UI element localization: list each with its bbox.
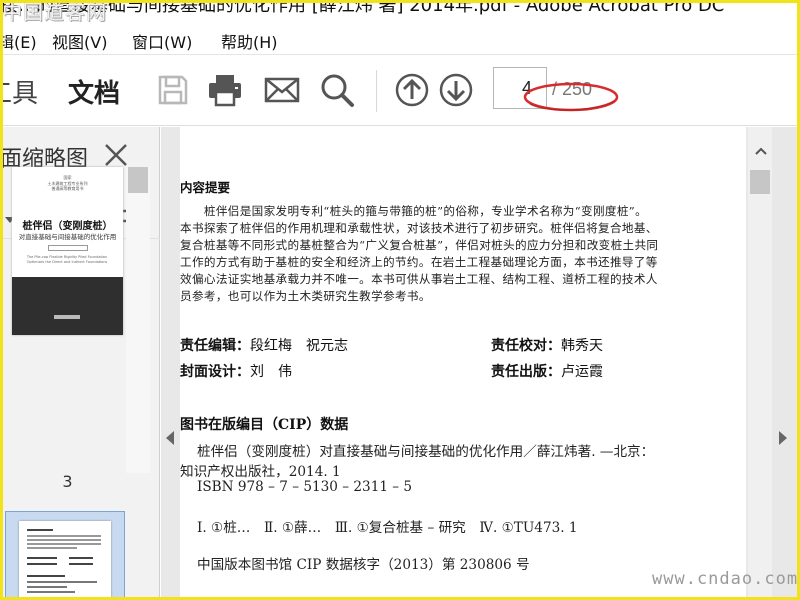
thumbnail-page-4[interactable] bbox=[19, 521, 111, 600]
menu-bar: 辑(E) 视图(V) 窗口(W) 帮助(H) bbox=[0, 24, 800, 55]
thumb-text-line bbox=[27, 581, 97, 583]
cover-small-text: 国家 bbox=[63, 175, 72, 180]
thumb-text-line bbox=[69, 557, 93, 559]
next-page-arrow-icon[interactable] bbox=[778, 430, 788, 446]
cover-author-box bbox=[48, 245, 88, 251]
proof-credit: 责任校对：韩秀天 bbox=[491, 335, 603, 355]
thumbnail-page-3[interactable]: 国家 土木建筑工程专业系列 普通高等教育用书 桩伴侣（变刚度桩） 对直接基础与间… bbox=[12, 167, 123, 335]
annotation-ellipse bbox=[523, 82, 619, 112]
cover-subtitle: 对直接基础与间接基础的优化作用 bbox=[18, 233, 117, 241]
cover-english-title: The Pile-cap Flexible Rigidity Piled Fou… bbox=[26, 255, 108, 264]
cover-title: 桩伴侣（变刚度桩） bbox=[22, 221, 113, 232]
thumb-text-line bbox=[27, 563, 57, 565]
intro-line: 桩伴侣是国家发明专利“桩头的箍与带箍的桩”的俗称，专业学术名称为“变刚度桩”。 bbox=[180, 204, 648, 218]
thumb-text-line bbox=[27, 539, 101, 541]
cip-line: 桩伴侣（变刚度桩）对直接基础与间接基础的优化作用／薛江炜著. —北京： bbox=[197, 444, 655, 460]
document-scrollbar[interactable] bbox=[748, 127, 772, 600]
thumbnail-label-3: 3 bbox=[62, 472, 73, 491]
document-scrollbar-thumb[interactable] bbox=[750, 170, 770, 194]
page-down-icon[interactable] bbox=[436, 70, 476, 110]
watermark-bottom: www.cndao.com bbox=[652, 569, 799, 589]
thumb-text-line bbox=[27, 543, 101, 545]
print-icon[interactable] bbox=[205, 70, 245, 110]
thumb-text-line bbox=[69, 563, 93, 565]
intro-line: 工作的方式有助于基桩的安全和经济上的节约。在岩土工程基础理论方面，本书还推导了等 bbox=[180, 255, 658, 269]
tab-tools[interactable]: 工具 bbox=[0, 73, 38, 110]
cip-line: Ⅰ. ①桩… Ⅱ. ①薛… Ⅲ. ①复合桩基 – 研究 Ⅳ. ①TU473. 1 bbox=[197, 520, 578, 536]
thumbnail-scrollbar-thumb[interactable] bbox=[128, 167, 148, 193]
publish-value: 卢运霞 bbox=[561, 364, 603, 380]
design-credit: 封面设计：刘 伟 bbox=[180, 361, 292, 381]
thumb-text-line bbox=[27, 529, 53, 531]
thumbnail-scrollbar[interactable] bbox=[126, 167, 150, 473]
intro-line: 员参考，也可以作为土木类研究生教学参考书。 bbox=[180, 289, 431, 303]
design-value: 刘 伟 bbox=[250, 364, 292, 380]
cip-line: ISBN 978 – 7 – 5130 – 2311 – 5 bbox=[197, 479, 413, 495]
title-bar: 接…的直接基础与间接基础的优化作用 [薛江炜 著] 2014年.pdf - Ad… bbox=[0, 0, 800, 24]
cover-small-text: 普通高等教育用书 bbox=[51, 186, 84, 191]
save-icon[interactable] bbox=[153, 70, 193, 110]
search-icon[interactable] bbox=[317, 70, 357, 110]
mail-icon[interactable] bbox=[262, 70, 302, 110]
publisher-logo bbox=[54, 315, 80, 319]
menu-window[interactable]: 窗口(W) bbox=[132, 29, 192, 53]
section-heading: 内容提要 bbox=[180, 180, 231, 195]
design-label: 封面设计： bbox=[180, 364, 250, 380]
publish-label: 责任出版： bbox=[491, 364, 561, 380]
intro-line: 本书探索了桩伴侣的作用机理和承载性状，对该技术进行了初步研究。桩伴侣将复合地基、 bbox=[180, 221, 658, 235]
proof-value: 韩秀天 bbox=[561, 338, 603, 354]
toolbar: 工具 文档 4 / 250 bbox=[0, 56, 800, 126]
pdf-page: 内容提要 桩伴侣是国家发明专利“桩头的箍与带箍的桩”的俗称，专业学术名称为“变刚… bbox=[180, 127, 746, 600]
thumb-text-line bbox=[27, 591, 75, 593]
window-title: 接…的直接基础与间接基础的优化作用 [薛江炜 著] 2014年.pdf - Ad… bbox=[0, 0, 725, 16]
thumb-text-line bbox=[27, 557, 57, 559]
editor-credit: 责任编辑：段红梅 祝元志 bbox=[180, 335, 348, 355]
intro-line: 复合桩基等不同形式的基桩整合为“广义复合桩基”，伴侣对桩头的应力分担和改变桩土共… bbox=[180, 238, 659, 252]
thumb-text-line bbox=[27, 575, 65, 577]
menu-edit[interactable]: 辑(E) bbox=[0, 29, 37, 53]
cip-heading: 图书在版编目（CIP）数据 bbox=[180, 417, 349, 433]
menu-view[interactable]: 视图(V) bbox=[52, 29, 107, 53]
thumb-text-line bbox=[27, 547, 77, 549]
cover-top: 国家 土木建筑工程专业系列 普通高等教育用书 桩伴侣（变刚度桩） 对直接基础与间… bbox=[12, 167, 123, 277]
editor-label: 责任编辑： bbox=[180, 338, 250, 354]
previous-page-arrow-icon[interactable] bbox=[165, 430, 175, 446]
cover-dark-band bbox=[12, 277, 123, 335]
editor-value: 段红梅 祝元志 bbox=[250, 338, 348, 354]
thumb-text-line bbox=[27, 535, 101, 537]
publish-credit: 责任出版：卢运霞 bbox=[491, 361, 603, 381]
page-up-icon[interactable] bbox=[392, 70, 432, 110]
cip-line: 中国版本图书馆 CIP 数据核字（2013）第 230806 号 bbox=[197, 557, 530, 573]
thumb-text-line bbox=[27, 586, 67, 588]
watermark-top: 中国道客网 bbox=[2, 0, 107, 24]
menu-help[interactable]: 帮助(H) bbox=[221, 29, 278, 53]
proof-label: 责任校对： bbox=[491, 338, 561, 354]
scroll-up-icon[interactable] bbox=[755, 147, 767, 155]
tab-document[interactable]: 文档 bbox=[68, 73, 120, 110]
intro-line: 效偏心法证实地基承载力并不唯一。本书可供从事岩土工程、结构工程、道桥工程的技术人 bbox=[180, 272, 658, 286]
toolbar-separator bbox=[376, 70, 377, 112]
cip-line: 知识产权出版社，2014. 1 bbox=[180, 464, 341, 480]
